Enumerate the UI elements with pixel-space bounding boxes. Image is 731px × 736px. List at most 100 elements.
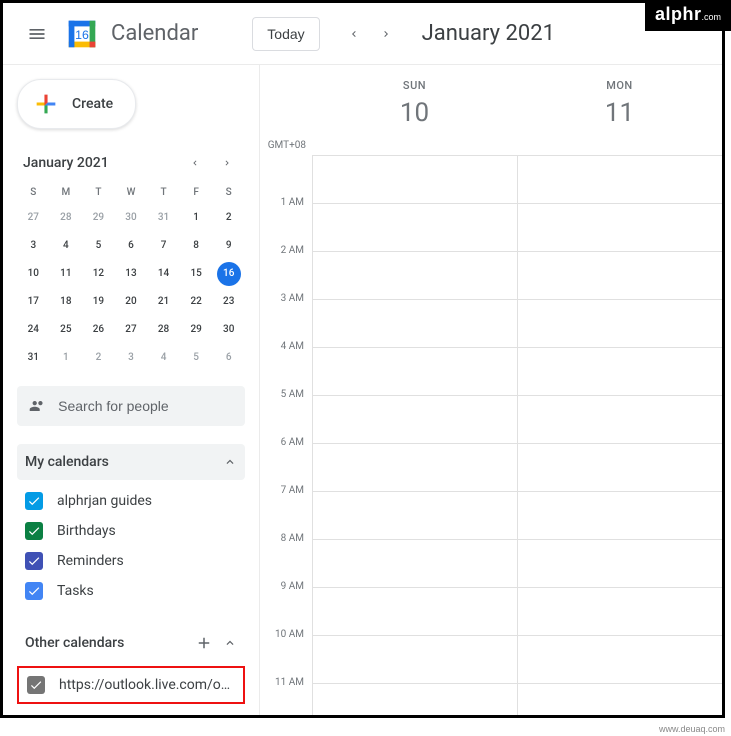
mini-cal-day[interactable]: 2	[217, 206, 241, 230]
today-button[interactable]: Today	[252, 17, 319, 51]
hour-cell[interactable]	[517, 684, 722, 715]
mini-cal-day[interactable]: 11	[54, 262, 78, 286]
mini-cal-day[interactable]: 24	[21, 318, 45, 342]
mini-cal-day[interactable]: 31	[152, 206, 176, 230]
mini-cal-day[interactable]: 5	[86, 234, 110, 258]
hour-cell[interactable]	[517, 588, 722, 635]
mini-cal-day[interactable]: 7	[152, 234, 176, 258]
mini-cal-day[interactable]: 25	[54, 318, 78, 342]
search-people[interactable]	[17, 386, 245, 426]
hour-cell[interactable]	[312, 492, 517, 539]
mini-cal-day[interactable]: 8	[184, 234, 208, 258]
mini-cal-day[interactable]: 22	[184, 290, 208, 314]
mini-cal-day[interactable]: 1	[54, 346, 78, 370]
mini-cal-day[interactable]: 9	[217, 234, 241, 258]
mini-cal-day[interactable]: 1	[184, 206, 208, 230]
calendar-item[interactable]: alphrjan guides	[17, 486, 245, 516]
mini-cal-day[interactable]: 18	[54, 290, 78, 314]
hour-cell[interactable]	[312, 684, 517, 715]
checkbox-icon[interactable]	[25, 582, 43, 600]
mini-cal-day[interactable]: 2	[86, 346, 110, 370]
checkbox-icon[interactable]	[25, 552, 43, 570]
calendar-item[interactable]: Tasks	[17, 576, 245, 606]
hour-cell[interactable]	[312, 156, 517, 203]
hour-cell[interactable]	[517, 492, 722, 539]
mini-cal-day[interactable]: 20	[119, 290, 143, 314]
hour-cell[interactable]	[517, 348, 722, 395]
create-label: Create	[72, 96, 113, 112]
mini-cal-next[interactable]	[215, 151, 239, 175]
mini-cal-day[interactable]: 28	[152, 318, 176, 342]
hour-cell[interactable]	[312, 300, 517, 347]
mini-cal-day[interactable]: 31	[21, 346, 45, 370]
hour-cell[interactable]	[312, 204, 517, 251]
mini-cal-dow: S	[17, 181, 50, 204]
hour-cell[interactable]	[312, 636, 517, 683]
mini-cal-day[interactable]: 10	[21, 262, 45, 286]
checkbox-icon[interactable]	[25, 492, 43, 510]
create-button[interactable]: Create	[17, 79, 136, 129]
prev-period-button[interactable]	[338, 18, 370, 50]
calendar-item[interactable]: Reminders	[17, 546, 245, 576]
day-header[interactable]: MON11	[517, 65, 722, 155]
mini-cal-day[interactable]: 4	[152, 346, 176, 370]
mini-cal-day[interactable]: 4	[54, 234, 78, 258]
mini-cal-day[interactable]: 14	[152, 262, 176, 286]
search-people-input[interactable]	[58, 398, 233, 414]
hour-cell[interactable]	[517, 636, 722, 683]
highlighted-calendar-item: https://outlook.live.com/o…	[17, 666, 245, 704]
hour-cell[interactable]	[517, 204, 722, 251]
main-menu-button[interactable]	[17, 14, 57, 54]
mini-cal-day[interactable]: 21	[152, 290, 176, 314]
next-period-button[interactable]	[370, 18, 402, 50]
alphr-badge: alphr.com	[645, 0, 731, 31]
calendar-item[interactable]: Birthdays	[17, 516, 245, 546]
mini-cal-day[interactable]: 13	[119, 262, 143, 286]
people-icon	[29, 396, 46, 416]
mini-cal-prev[interactable]	[183, 151, 207, 175]
hour-label: 9 AM	[260, 581, 312, 629]
mini-cal-day[interactable]: 30	[119, 206, 143, 230]
mini-cal-day[interactable]: 3	[21, 234, 45, 258]
hour-cell[interactable]	[312, 540, 517, 587]
calendar-item-label: Birthdays	[57, 523, 116, 539]
mini-cal-day[interactable]: 29	[184, 318, 208, 342]
hour-row: 5 AM	[260, 395, 722, 443]
hour-cell[interactable]	[312, 588, 517, 635]
mini-cal-day[interactable]: 29	[86, 206, 110, 230]
mini-cal-day[interactable]: 5	[184, 346, 208, 370]
mini-cal-day[interactable]: 6	[119, 234, 143, 258]
hour-cell[interactable]	[517, 300, 722, 347]
mini-cal-day[interactable]: 27	[119, 318, 143, 342]
checkbox-icon[interactable]	[25, 522, 43, 540]
calendar-grid: GMT+08 SUN10MON11 1 AM2 AM3 AM4 AM5 AM6 …	[259, 65, 722, 715]
my-calendars-toggle[interactable]: My calendars	[17, 444, 245, 480]
mini-cal-day[interactable]: 27	[21, 206, 45, 230]
hour-cell[interactable]	[517, 444, 722, 491]
mini-cal-day[interactable]: 3	[119, 346, 143, 370]
mini-cal-day[interactable]: 26	[86, 318, 110, 342]
chevron-right-icon	[222, 158, 232, 168]
plus-icon[interactable]	[195, 634, 213, 652]
hour-cell[interactable]	[312, 444, 517, 491]
mini-cal-day[interactable]: 17	[21, 290, 45, 314]
hour-cell[interactable]	[517, 396, 722, 443]
hour-cell[interactable]	[517, 252, 722, 299]
mini-cal-day[interactable]: 23	[217, 290, 241, 314]
mini-cal-day[interactable]: 16	[217, 262, 241, 286]
mini-cal-day[interactable]: 19	[86, 290, 110, 314]
checkbox-icon[interactable]	[27, 676, 45, 694]
day-header[interactable]: SUN10	[312, 65, 517, 155]
hour-cell[interactable]	[517, 540, 722, 587]
mini-cal-day[interactable]: 15	[184, 262, 208, 286]
hour-cell[interactable]	[312, 252, 517, 299]
mini-cal-day[interactable]: 12	[86, 262, 110, 286]
hour-cell[interactable]	[517, 156, 722, 203]
mini-cal-day[interactable]: 28	[54, 206, 78, 230]
mini-cal-day[interactable]: 6	[217, 346, 241, 370]
mini-cal-day[interactable]: 30	[217, 318, 241, 342]
calendar-item[interactable]: https://outlook.live.com/o…	[23, 670, 239, 700]
hour-cell[interactable]	[312, 348, 517, 395]
hour-cell[interactable]	[312, 396, 517, 443]
other-calendars-toggle[interactable]: Other calendars	[17, 624, 245, 662]
